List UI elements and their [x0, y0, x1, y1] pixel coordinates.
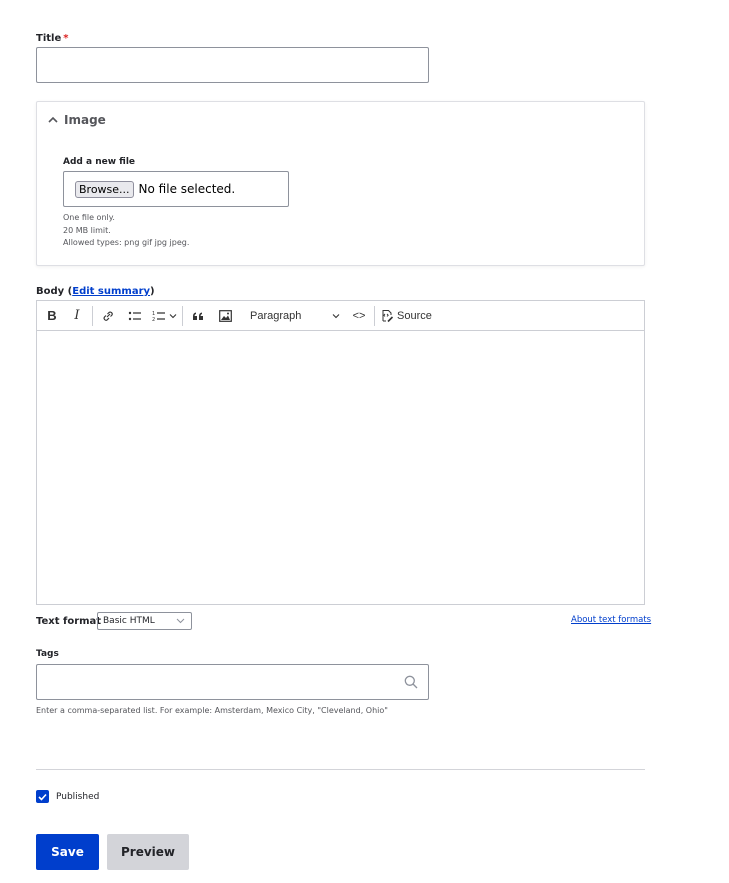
preview-button[interactable]: Preview [107, 834, 189, 870]
published-checkbox[interactable] [36, 790, 49, 803]
tags-input[interactable] [36, 664, 429, 700]
tags-help: Enter a comma-separated list. For exampl… [36, 706, 388, 715]
link-icon [103, 311, 113, 321]
italic-icon: I [74, 308, 80, 323]
title-label: Title * [36, 33, 68, 44]
chevron-up-icon [48, 116, 58, 123]
toolbar-separator [374, 305, 375, 326]
chevron-down-icon [169, 313, 177, 318]
published-field: Published [36, 790, 99, 803]
search-icon [404, 675, 418, 689]
text-format-label: Text format [36, 616, 102, 627]
file-help-count: One file only. [63, 213, 115, 222]
insert-image-button[interactable] [215, 305, 235, 327]
source-label: Source [397, 309, 432, 322]
bulleted-list-button[interactable] [125, 305, 145, 327]
file-input[interactable]: Browse... No file selected. [63, 171, 289, 207]
chevron-down-icon [176, 618, 185, 624]
image-icon [218, 309, 232, 322]
required-marker: * [63, 33, 69, 44]
blockquote-button[interactable] [188, 305, 208, 327]
editor-toolbar: B I 12 Paragraph <> Source [37, 301, 644, 331]
heading-select-value: Paragraph [250, 309, 302, 322]
source-icon [382, 309, 394, 322]
file-status: No file selected. [138, 182, 236, 196]
body-editing-area[interactable] [37, 331, 644, 604]
file-help: One file only. 20 MB limit. Allowed type… [63, 212, 189, 250]
numbered-list-button[interactable]: 12 [152, 305, 177, 327]
toolbar-separator [92, 305, 93, 326]
text-format-select[interactable]: Basic HTML [97, 612, 192, 630]
browse-button[interactable]: Browse... [75, 180, 134, 198]
title-input[interactable] [36, 47, 429, 83]
published-label: Published [56, 791, 100, 802]
image-summary-label: Image [64, 113, 106, 127]
file-help-types: Allowed types: png gif jpg jpeg. [63, 238, 190, 247]
numbered-list-icon: 12 [152, 311, 165, 322]
tags-label: Tags [36, 649, 59, 659]
edit-summary-link[interactable]: Edit summary [72, 286, 150, 297]
image-details: Image Add a new file Browse... No file s… [36, 101, 645, 266]
paren-close: ) [150, 286, 155, 297]
chevron-down-icon [332, 313, 340, 318]
text-format-value: Basic HTML [103, 616, 155, 626]
code-block-button[interactable]: <> [349, 305, 369, 327]
code-icon: <> [352, 309, 366, 322]
body-label: Body (Edit summary) [36, 286, 155, 297]
about-text-formats-link[interactable]: About text formats [571, 615, 651, 625]
italic-button[interactable]: I [67, 305, 87, 327]
save-button[interactable]: Save [36, 834, 99, 870]
add-file-label: Add a new file [63, 157, 136, 167]
bold-icon: B [47, 308, 57, 323]
body-editor: B I 12 Paragraph <> Source [36, 300, 645, 605]
heading-select[interactable]: Paragraph [250, 305, 340, 327]
link-button[interactable] [98, 305, 118, 327]
checkmark-icon [38, 793, 47, 801]
bulleted-list-icon [128, 311, 141, 320]
bold-button[interactable]: B [42, 305, 62, 327]
file-help-size: 20 MB limit. [63, 225, 111, 235]
body-label-text: Body [36, 286, 65, 297]
svg-text:2: 2 [152, 317, 155, 322]
blockquote-icon [193, 312, 203, 320]
divider [36, 769, 645, 770]
source-button[interactable]: Source [380, 305, 432, 327]
image-summary-toggle[interactable]: Image [47, 113, 106, 127]
title-label-text: Title [36, 33, 62, 44]
toolbar-separator [182, 305, 183, 326]
